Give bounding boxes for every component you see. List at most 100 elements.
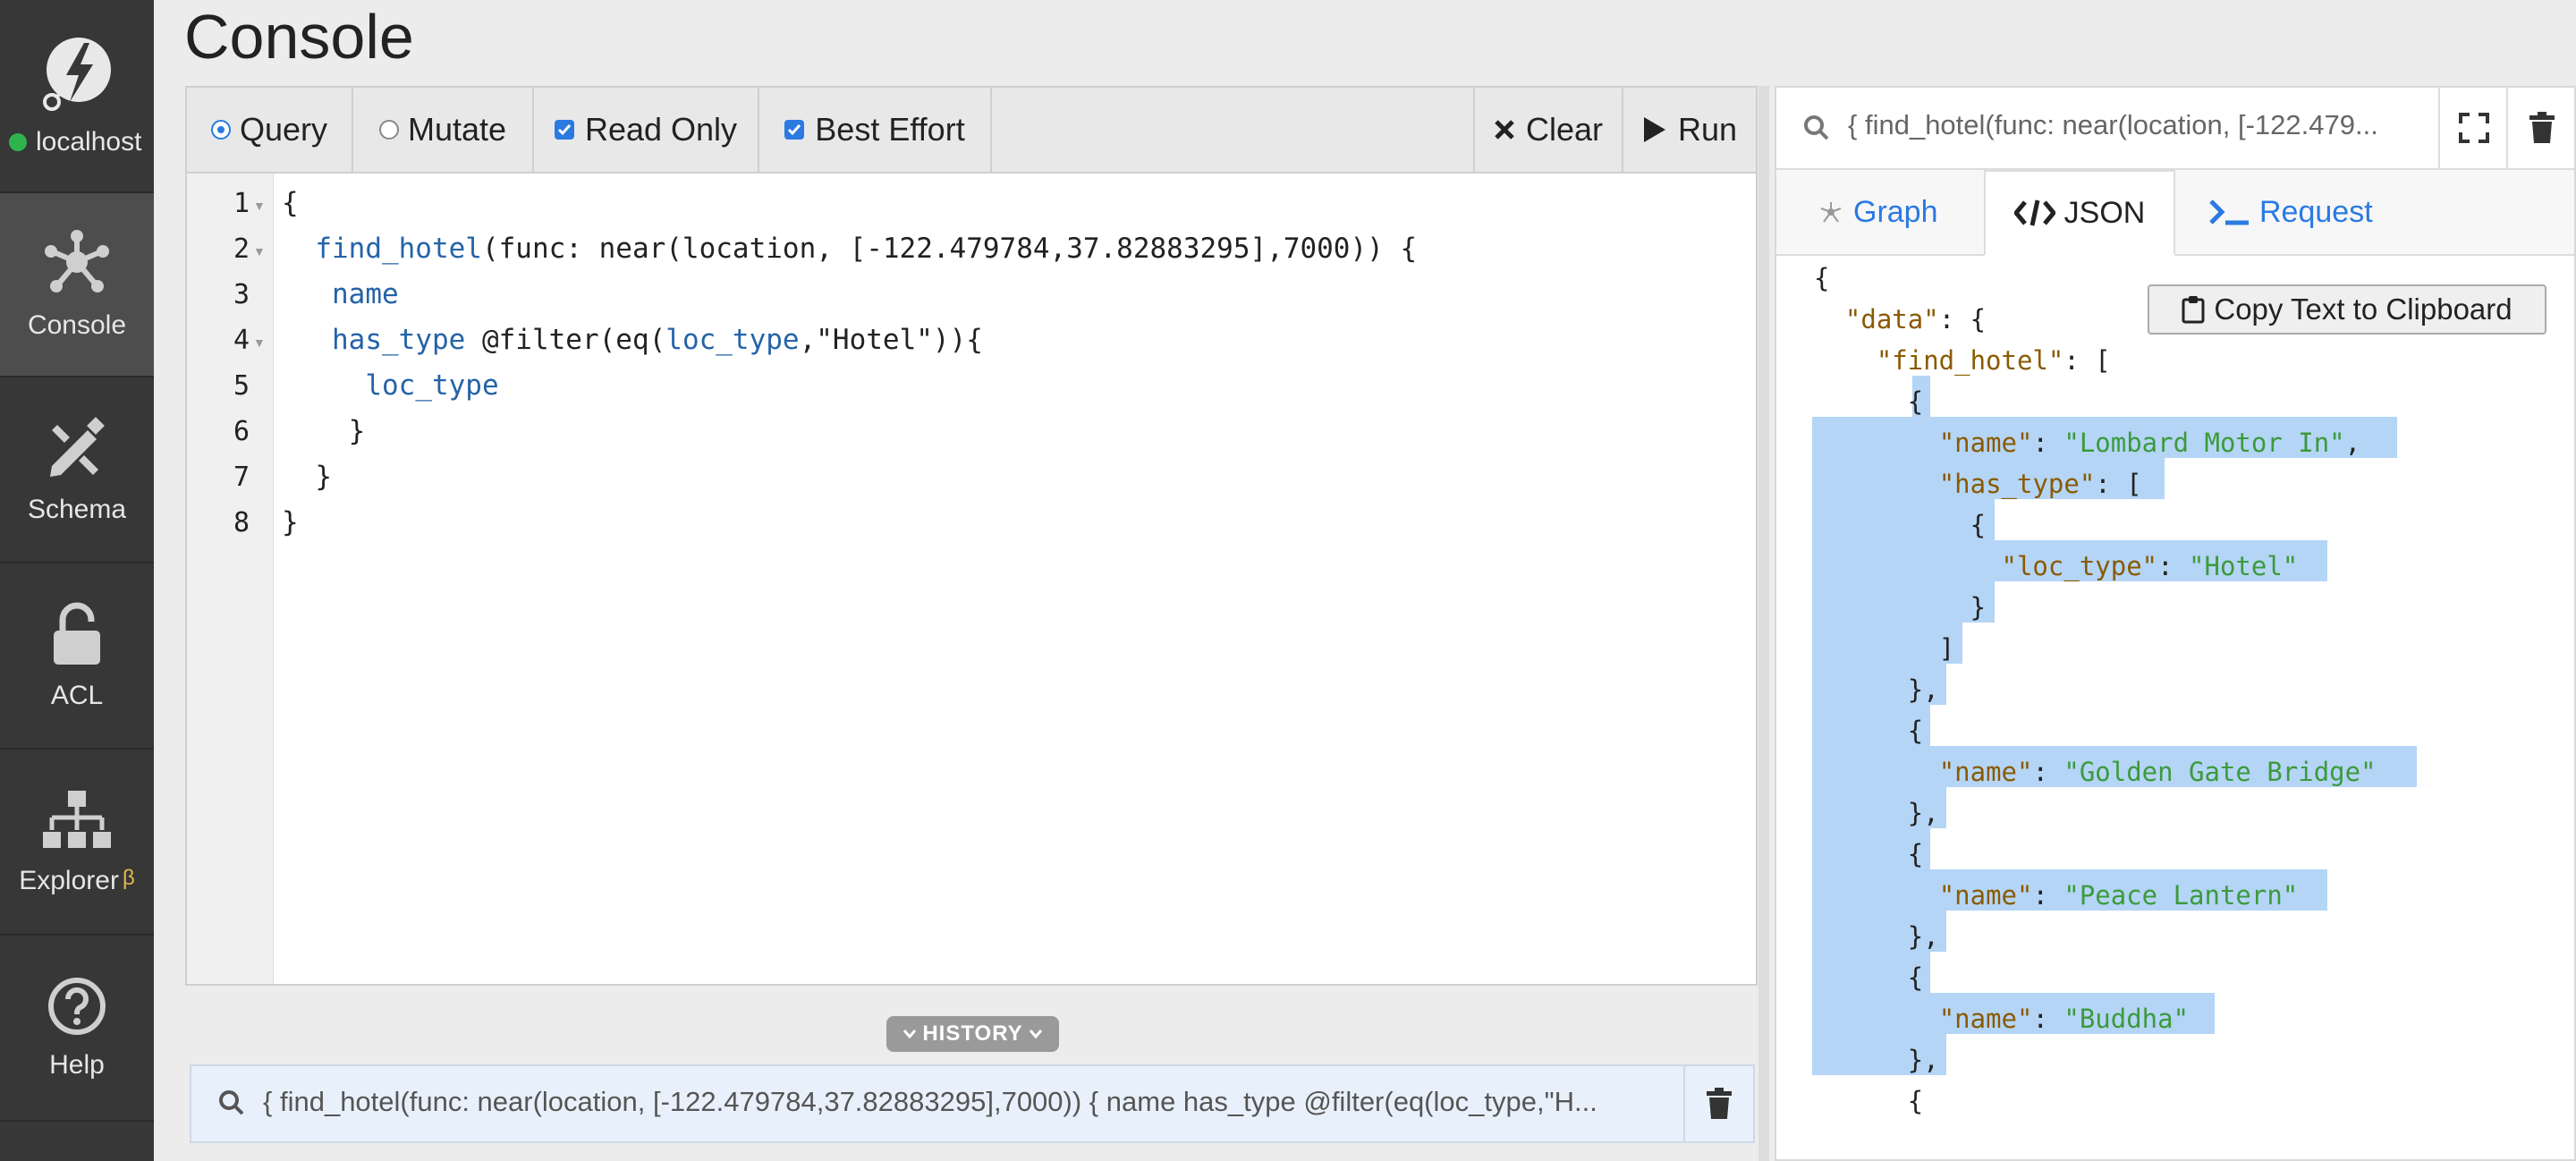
clear-label: Clear <box>1525 111 1604 148</box>
line-number: 1 <box>233 188 250 219</box>
clear-button[interactable]: Clear <box>1473 88 1623 172</box>
code-line: } <box>282 415 366 447</box>
sidebar-item-label: Schema <box>27 495 127 524</box>
beta-badge: β <box>122 866 135 890</box>
editor-toolbar: Query Mutate Read Only Best Effort Clear… <box>187 88 1756 174</box>
sidebar-brand: localhost <box>0 0 154 193</box>
query-radio-button[interactable] <box>210 120 231 140</box>
panel-resize-divider[interactable] <box>1758 86 1769 1161</box>
history-query-text[interactable]: { find_hotel(func: near(location, [-122.… <box>263 1086 1694 1118</box>
query-editor-panel: Query Mutate Read Only Best Effort Clear… <box>185 86 1758 986</box>
mutate-label: Mutate <box>407 111 507 148</box>
line-number: 7 <box>233 462 250 493</box>
sidebar-item-explorer[interactable]: Explorer β <box>0 751 154 936</box>
console-icon <box>45 230 109 292</box>
sidebar-item-label: Explorer β <box>19 866 135 895</box>
json-line: "loc_type": "Hotel" <box>2001 551 2299 581</box>
trash-icon <box>2529 112 2555 143</box>
mutate-radio-button[interactable] <box>378 120 399 140</box>
result-header: { find_hotel(func: near(location, [-122.… <box>1776 88 2574 170</box>
json-line: { <box>1907 962 1924 993</box>
tab-graph[interactable]: Graph <box>1818 170 1938 254</box>
tab-graph-label: Graph <box>1853 194 1938 229</box>
line-number-gutter: 1 ▼ 2 ▼ 3 4 ▼ 5 6 7 8 <box>187 174 274 984</box>
history-toggle[interactable]: HISTORY <box>886 1016 1059 1052</box>
json-line: }, <box>1907 674 1939 705</box>
history-entry[interactable]: { find_hotel(func: near(location, [-122.… <box>190 1064 1755 1143</box>
history-trash-button[interactable] <box>1683 1066 1753 1141</box>
json-line: "name": "Buddha" <box>1938 1004 2190 1034</box>
json-line: }, <box>1907 798 1939 828</box>
tab-json-label: JSON <box>2063 195 2146 230</box>
query-mode-radio[interactable]: Query <box>187 88 353 172</box>
line-number: 4 <box>233 325 250 356</box>
run-button[interactable]: Run <box>1623 88 1756 172</box>
chevron-down-icon <box>903 1030 917 1039</box>
copy-to-clipboard-button[interactable]: Copy Text to Clipboard <box>2148 284 2546 335</box>
json-line: { <box>1907 716 1924 746</box>
json-line: } <box>1970 592 1987 623</box>
fullscreen-icon <box>2459 113 2489 143</box>
sidebar-item-acl[interactable]: ACL <box>0 565 154 750</box>
page-title: Console <box>184 2 414 72</box>
run-play-icon <box>1642 115 1667 144</box>
mutate-mode-radio[interactable]: Mutate <box>353 88 534 172</box>
code-line: { <box>282 187 299 219</box>
json-viewer[interactable]: { "data": { "find_hotel": [ { "name": "L… <box>1776 258 2574 1161</box>
code-line: find_hotel(func: near(location, [-122.47… <box>315 233 1418 265</box>
tab-request-label: Request <box>2259 194 2373 229</box>
fold-arrow-icon[interactable]: ▼ <box>253 335 266 350</box>
clear-x-icon <box>1494 119 1515 140</box>
result-query-text: { find_hotel(func: near(location, [-122.… <box>1848 109 2378 140</box>
read-only-checkbox[interactable]: Read Only <box>534 88 759 172</box>
query-label: Query <box>239 111 328 148</box>
json-line: ] <box>1938 633 1955 664</box>
line-number: 6 <box>233 416 250 447</box>
json-line: "data": { <box>1844 304 1987 335</box>
help-icon <box>48 978 106 1035</box>
fold-arrow-icon[interactable]: ▼ <box>253 244 266 258</box>
line-number: 8 <box>233 507 250 538</box>
connection-status-dot <box>9 133 27 151</box>
best-effort-check[interactable] <box>784 120 805 140</box>
read-only-check[interactable] <box>554 120 574 140</box>
acl-lock-icon <box>54 602 100 665</box>
line-number: 3 <box>233 279 250 310</box>
tab-request[interactable]: Request <box>2209 170 2373 254</box>
clipboard-icon <box>2182 296 2205 324</box>
dgraph-logo-icon[interactable] <box>39 30 114 115</box>
sidebar-item-help[interactable]: Help <box>0 937 154 1122</box>
fold-arrow-icon[interactable]: ▼ <box>253 199 266 213</box>
chevron-down-icon <box>1029 1030 1042 1039</box>
read-only-label: Read Only <box>584 111 738 148</box>
code-line: loc_type <box>365 369 499 402</box>
fullscreen-button[interactable] <box>2438 88 2508 168</box>
json-line: }, <box>1907 1045 1939 1075</box>
sidebar-item-label: Console <box>27 310 127 340</box>
tab-json[interactable]: JSON <box>1984 170 2175 256</box>
json-line: "name": "Golden Gate Bridge" <box>1938 757 2377 787</box>
json-line: "find_hotel": [ <box>1876 345 2111 376</box>
best-effort-label: Best Effort <box>815 111 965 148</box>
best-effort-checkbox[interactable]: Best Effort <box>759 88 992 172</box>
sidebar-item-console[interactable]: Console <box>0 193 154 377</box>
json-line: { <box>1907 839 1924 869</box>
run-label: Run <box>1677 111 1738 148</box>
json-line: { <box>1907 386 1924 417</box>
json-line: { <box>1970 510 1987 540</box>
json-line: }, <box>1907 921 1939 952</box>
json-line: "name": "Lombard Motor In", <box>1938 428 2361 458</box>
json-line: { <box>1907 1086 1924 1116</box>
clear-result-button[interactable] <box>2506 88 2576 168</box>
history-label: HISTORY <box>922 1021 1023 1046</box>
search-icon <box>218 1089 245 1121</box>
json-code-icon <box>2013 199 2055 226</box>
result-tabs: Graph JSON Request <box>1776 170 2574 256</box>
connection-indicator[interactable]: localhost <box>9 127 154 157</box>
trash-icon <box>1707 1088 1732 1119</box>
search-icon <box>1803 114 1830 146</box>
copy-label: Copy Text to Clipboard <box>2214 292 2512 326</box>
sidebar-item-schema[interactable]: Schema <box>0 379 154 564</box>
code-line: } <box>282 461 332 493</box>
sidebar-item-label: ACL <box>50 681 104 710</box>
